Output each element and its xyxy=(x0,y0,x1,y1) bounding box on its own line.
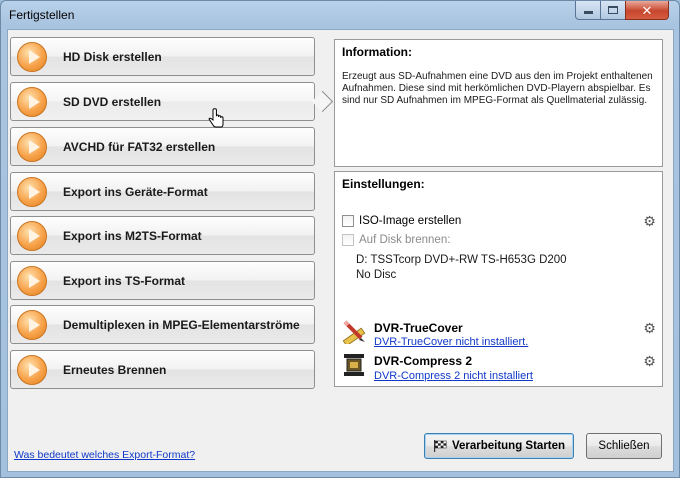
menu-item-label: Erneutes Brennen xyxy=(63,362,167,377)
settings-title: Einstellungen: xyxy=(342,177,425,191)
menu-item-label: Export ins Geräte-Format xyxy=(63,184,208,199)
compress-gear-icon[interactable]: ⚙ xyxy=(643,354,656,368)
export-format-help-link[interactable]: Was bedeutet welches Export-Format? xyxy=(14,449,195,461)
minimize-icon xyxy=(583,11,593,14)
play-icon xyxy=(17,310,47,340)
information-panel: Information: Erzeugt aus SD-Aufnahmen ei… xyxy=(334,39,663,167)
burn-disk-label: Auf Disk brennen: xyxy=(359,234,451,246)
menu-item-demultiplex[interactable]: Demultiplexen in MPEG-Elementarströme xyxy=(10,305,315,344)
maximize-icon xyxy=(608,6,618,14)
menu-item-label: Export ins TS-Format xyxy=(63,273,186,288)
play-icon xyxy=(17,87,47,117)
checkered-flag-icon xyxy=(433,440,447,452)
menu-item-label: Demultiplexen in MPEG-Elementarströme xyxy=(63,317,300,332)
menu-item-m2ts[interactable]: Export ins M2TS-Format xyxy=(10,216,315,255)
settings-panel: Einstellungen: ISO-Image erstellen ⚙ Auf… xyxy=(334,171,663,387)
compress-vise-icon xyxy=(344,354,364,376)
truecover-gear-icon[interactable]: ⚙ xyxy=(643,321,656,335)
menu-item-ts[interactable]: Export ins TS-Format xyxy=(10,261,315,300)
play-icon xyxy=(17,177,47,207)
menu-item-hd-disk[interactable]: HD Disk erstellen xyxy=(10,37,315,76)
menu-item-label: AVCHD für FAT32 erstellen xyxy=(63,139,216,154)
selection-pointer xyxy=(311,90,334,113)
maximize-button[interactable] xyxy=(600,1,626,20)
close-label: Schließen xyxy=(598,440,650,452)
information-title: Information: xyxy=(342,45,412,59)
menu-item-device-format[interactable]: Export ins Geräte-Format xyxy=(10,172,315,211)
menu-item-label: SD DVD erstellen xyxy=(63,94,162,109)
play-icon xyxy=(17,266,47,296)
play-icon xyxy=(17,221,47,251)
minimize-button[interactable] xyxy=(575,1,601,20)
menu-item-avchd[interactable]: AVCHD für FAT32 erstellen xyxy=(10,127,315,166)
truecover-title: DVR-TrueCover xyxy=(374,321,463,335)
hand-cursor-icon xyxy=(208,108,224,128)
close-window-button[interactable]: ✕ xyxy=(625,1,669,20)
drive-status: No Disc xyxy=(356,269,397,281)
play-icon xyxy=(17,42,47,72)
iso-settings-gear-icon[interactable]: ⚙ xyxy=(643,214,656,228)
dialog-window: Fertigstellen ✕ HD Disk erstellen SD DVD… xyxy=(0,0,680,478)
close-button[interactable]: Schließen xyxy=(586,433,662,459)
iso-image-checkbox[interactable]: ISO-Image erstellen xyxy=(342,215,461,227)
play-icon xyxy=(17,132,47,162)
compress-title: DVR-Compress 2 xyxy=(374,354,473,368)
close-icon: ✕ xyxy=(641,2,653,18)
dialog-content: HD Disk erstellen SD DVD erstellen AVCHD… xyxy=(7,29,674,472)
menu-item-sd-dvd[interactable]: SD DVD erstellen xyxy=(10,82,334,121)
menu-item-label: Export ins M2TS-Format xyxy=(63,228,202,243)
play-icon xyxy=(17,355,47,385)
pencil-ruler-icon xyxy=(342,320,366,344)
information-text: Erzeugt aus SD-Aufnahmen eine DVD aus de… xyxy=(342,71,653,106)
burn-disk-checkbox[interactable]: Auf Disk brennen: xyxy=(342,234,450,246)
window-title: Fertigstellen xyxy=(9,8,75,22)
iso-image-label: ISO-Image erstellen xyxy=(359,215,462,227)
checkbox-box[interactable] xyxy=(342,215,354,227)
start-processing-button[interactable]: Verarbeitung Starten xyxy=(424,433,574,459)
compress-link[interactable]: DVR-Compress 2 nicht installiert xyxy=(374,370,533,382)
drive-name: D: TSSTcorp DVD+-RW TS-H653G D200 xyxy=(356,254,567,266)
truecover-link[interactable]: DVR-TrueCover nicht installiert. xyxy=(374,336,528,348)
checkbox-box[interactable] xyxy=(342,234,354,246)
menu-item-reburn[interactable]: Erneutes Brennen xyxy=(10,350,315,389)
menu-item-label: HD Disk erstellen xyxy=(63,49,162,64)
title-bar[interactable]: Fertigstellen ✕ xyxy=(1,1,679,29)
start-processing-label: Verarbeitung Starten xyxy=(451,440,566,452)
